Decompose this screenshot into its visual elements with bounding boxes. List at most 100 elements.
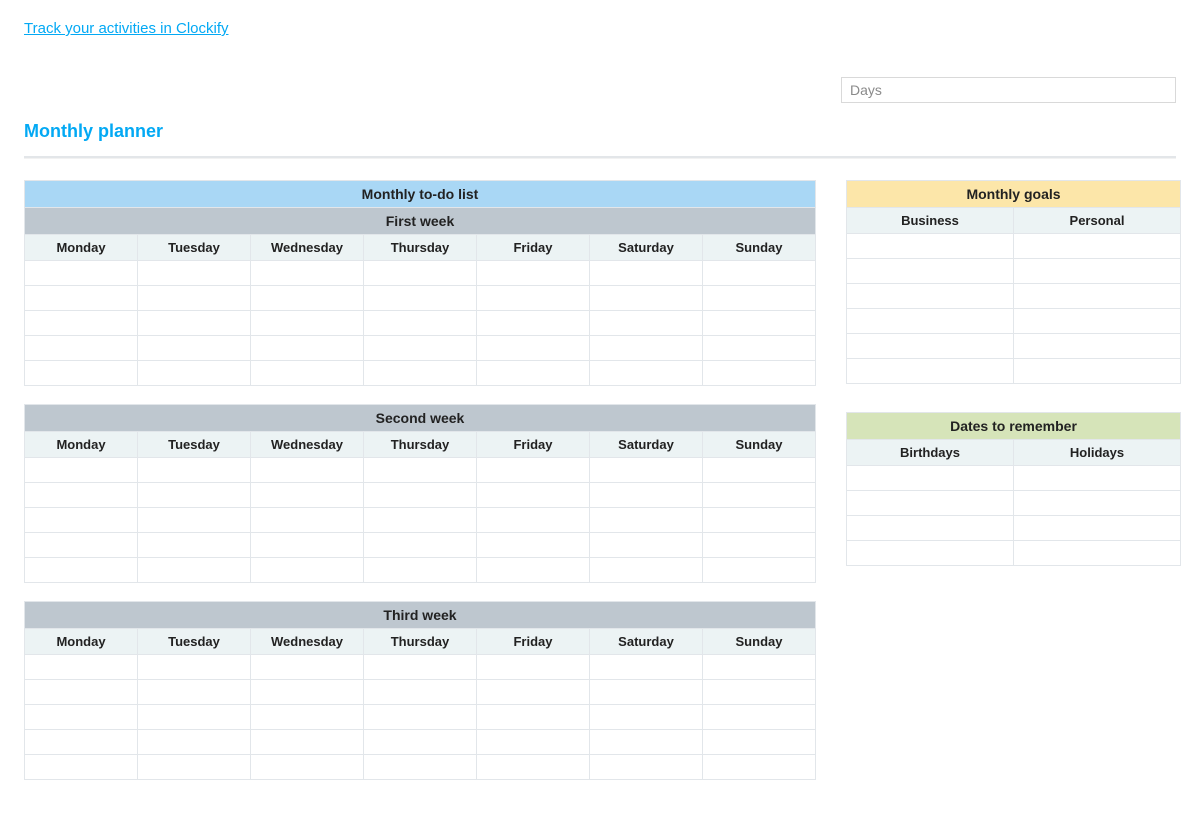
cell[interactable] <box>590 361 703 386</box>
cell[interactable] <box>25 286 138 311</box>
cell[interactable] <box>590 311 703 336</box>
cell[interactable] <box>703 533 816 558</box>
cell[interactable] <box>1014 466 1181 491</box>
cell[interactable] <box>138 311 251 336</box>
cell[interactable] <box>251 458 364 483</box>
cell[interactable] <box>1014 234 1181 259</box>
days-input[interactable] <box>841 77 1176 103</box>
cell[interactable] <box>590 533 703 558</box>
cell[interactable] <box>1014 516 1181 541</box>
cell[interactable] <box>477 755 590 780</box>
cell[interactable] <box>847 466 1014 491</box>
cell[interactable] <box>847 516 1014 541</box>
cell[interactable] <box>251 261 364 286</box>
cell[interactable] <box>477 483 590 508</box>
cell[interactable] <box>847 541 1014 566</box>
cell[interactable] <box>364 336 477 361</box>
cell[interactable] <box>703 483 816 508</box>
cell[interactable] <box>364 508 477 533</box>
cell[interactable] <box>364 361 477 386</box>
cell[interactable] <box>477 286 590 311</box>
cell[interactable] <box>477 336 590 361</box>
cell[interactable] <box>847 309 1014 334</box>
cell[interactable] <box>251 311 364 336</box>
cell[interactable] <box>138 261 251 286</box>
cell[interactable] <box>364 655 477 680</box>
cell[interactable] <box>138 458 251 483</box>
cell[interactable] <box>590 458 703 483</box>
cell[interactable] <box>1014 309 1181 334</box>
cell[interactable] <box>590 680 703 705</box>
cell[interactable] <box>703 558 816 583</box>
cell[interactable] <box>703 655 816 680</box>
cell[interactable] <box>847 234 1014 259</box>
cell[interactable] <box>138 680 251 705</box>
cell[interactable] <box>25 558 138 583</box>
cell[interactable] <box>1014 259 1181 284</box>
cell[interactable] <box>703 458 816 483</box>
cell[interactable] <box>25 533 138 558</box>
cell[interactable] <box>703 508 816 533</box>
cell[interactable] <box>138 533 251 558</box>
cell[interactable] <box>251 483 364 508</box>
cell[interactable] <box>590 336 703 361</box>
cell[interactable] <box>251 533 364 558</box>
cell[interactable] <box>364 558 477 583</box>
cell[interactable] <box>703 730 816 755</box>
cell[interactable] <box>364 533 477 558</box>
cell[interactable] <box>25 730 138 755</box>
cell[interactable] <box>847 334 1014 359</box>
cell[interactable] <box>590 730 703 755</box>
cell[interactable] <box>590 286 703 311</box>
cell[interactable] <box>364 458 477 483</box>
cell[interactable] <box>703 336 816 361</box>
cell[interactable] <box>477 508 590 533</box>
cell[interactable] <box>25 311 138 336</box>
cell[interactable] <box>364 483 477 508</box>
cell[interactable] <box>847 359 1014 384</box>
cell[interactable] <box>477 680 590 705</box>
cell[interactable] <box>25 336 138 361</box>
cell[interactable] <box>25 655 138 680</box>
cell[interactable] <box>251 680 364 705</box>
cell[interactable] <box>477 458 590 483</box>
cell[interactable] <box>590 261 703 286</box>
cell[interactable] <box>251 286 364 311</box>
cell[interactable] <box>703 361 816 386</box>
cell[interactable] <box>364 680 477 705</box>
cell[interactable] <box>251 705 364 730</box>
cell[interactable] <box>364 286 477 311</box>
cell[interactable] <box>477 361 590 386</box>
cell[interactable] <box>25 755 138 780</box>
cell[interactable] <box>477 730 590 755</box>
cell[interactable] <box>364 311 477 336</box>
cell[interactable] <box>590 558 703 583</box>
cell[interactable] <box>25 361 138 386</box>
cell[interactable] <box>25 458 138 483</box>
cell[interactable] <box>25 508 138 533</box>
cell[interactable] <box>138 730 251 755</box>
cell[interactable] <box>703 261 816 286</box>
cell[interactable] <box>25 261 138 286</box>
cell[interactable] <box>703 286 816 311</box>
cell[interactable] <box>847 284 1014 309</box>
cell[interactable] <box>138 483 251 508</box>
cell[interactable] <box>364 730 477 755</box>
cell[interactable] <box>703 705 816 730</box>
cell[interactable] <box>138 336 251 361</box>
cell[interactable] <box>251 730 364 755</box>
cell[interactable] <box>251 508 364 533</box>
cell[interactable] <box>138 361 251 386</box>
cell[interactable] <box>590 483 703 508</box>
cell[interactable] <box>138 755 251 780</box>
cell[interactable] <box>1014 284 1181 309</box>
cell[interactable] <box>1014 491 1181 516</box>
cell[interactable] <box>25 705 138 730</box>
cell[interactable] <box>1014 334 1181 359</box>
cell[interactable] <box>251 558 364 583</box>
cell[interactable] <box>1014 359 1181 384</box>
cell[interactable] <box>590 508 703 533</box>
cell[interactable] <box>1014 541 1181 566</box>
cell[interactable] <box>847 259 1014 284</box>
cell[interactable] <box>703 311 816 336</box>
